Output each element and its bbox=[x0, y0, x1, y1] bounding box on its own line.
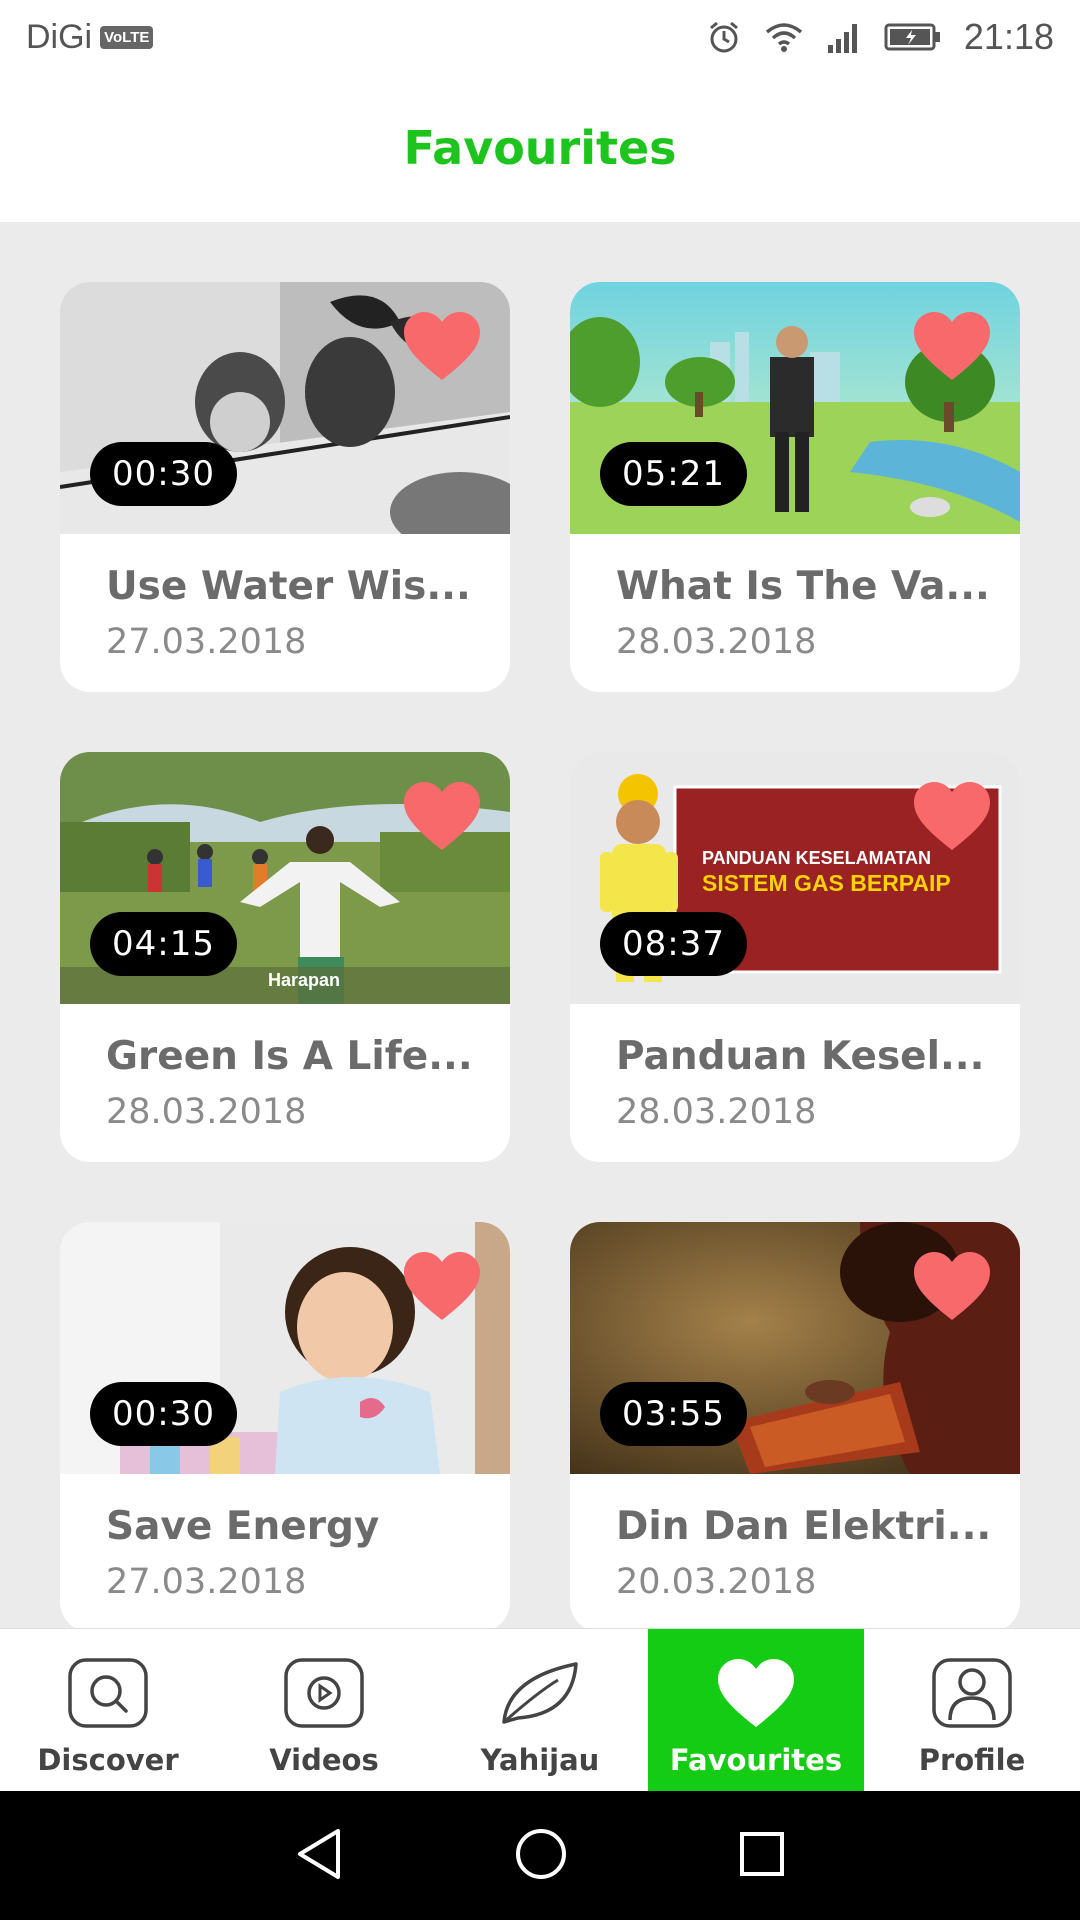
nav-label: Favourites bbox=[669, 1743, 843, 1777]
app-header: Favourites bbox=[0, 74, 1080, 222]
video-duration: 04:15 bbox=[90, 912, 237, 976]
video-title: Save Energy bbox=[106, 1504, 380, 1549]
video-card[interactable]: 00:30 Use Water Wis... 27.03.2018 bbox=[60, 282, 510, 692]
bottom-nav: Discover Videos Yahijau Favourites Profi… bbox=[0, 1628, 1080, 1792]
page-title: Favourites bbox=[403, 121, 677, 175]
search-icon bbox=[66, 1655, 150, 1731]
recents-icon[interactable] bbox=[738, 1830, 786, 1882]
status-right: 21:18 bbox=[706, 16, 1054, 58]
back-icon[interactable] bbox=[294, 1827, 344, 1885]
alarm-icon bbox=[706, 19, 742, 55]
video-card[interactable]: 04:15 Harapan Green Is A Life... 28.03.2… bbox=[60, 752, 510, 1162]
video-duration: 00:30 bbox=[90, 442, 237, 506]
video-duration: 08:37 bbox=[600, 912, 747, 976]
nav-item-profile[interactable]: Profile bbox=[864, 1629, 1080, 1792]
video-date: 28.03.2018 bbox=[616, 1092, 817, 1132]
favourite-heart-icon[interactable] bbox=[402, 310, 482, 382]
clock: 21:18 bbox=[963, 16, 1054, 57]
video-date: 28.03.2018 bbox=[106, 1092, 307, 1132]
status-left: DiGi VoLTE bbox=[26, 17, 154, 57]
carrier-name: DiGi bbox=[26, 17, 93, 56]
nav-item-favourites[interactable]: Favourites bbox=[648, 1629, 864, 1792]
system-nav-bar bbox=[0, 1791, 1080, 1920]
battery-icon bbox=[884, 22, 942, 52]
leaf-icon bbox=[498, 1655, 582, 1731]
banner-line-1: PANDUAN KESELAMATAN bbox=[702, 848, 931, 868]
favourites-grid: 00:30 Use Water Wis... 27.03.2018 05:21 bbox=[0, 222, 1080, 1628]
thumbnail-caption: Harapan bbox=[268, 970, 341, 990]
video-title: Use Water Wis... bbox=[106, 564, 471, 609]
nav-label: Videos bbox=[269, 1743, 379, 1777]
favourite-heart-icon[interactable] bbox=[912, 1250, 992, 1322]
video-title: Din Dan Elektri... bbox=[616, 1504, 992, 1549]
banner-line-2: SISTEM GAS BERPAIP bbox=[702, 870, 951, 896]
video-title: Green Is A Life... bbox=[106, 1034, 473, 1079]
video-date: 27.03.2018 bbox=[106, 1562, 307, 1602]
video-title: What Is The Va... bbox=[616, 564, 990, 609]
nav-label: Yahijau bbox=[480, 1743, 600, 1777]
nav-item-yahijau[interactable]: Yahijau bbox=[432, 1629, 648, 1792]
nav-label: Profile bbox=[918, 1743, 1026, 1777]
nav-item-videos[interactable]: Videos bbox=[216, 1629, 432, 1792]
video-title: Panduan Kesel... bbox=[616, 1034, 985, 1079]
video-card[interactable]: 00:30 Save Energy 27.03.2018 bbox=[60, 1222, 510, 1628]
video-card[interactable]: PANDUAN KESELAMATAN SISTEM GAS BERPAIP 0… bbox=[570, 752, 1020, 1162]
favourite-heart-icon[interactable] bbox=[402, 1250, 482, 1322]
volte-badge: VoLTE bbox=[100, 25, 154, 49]
video-date: 20.03.2018 bbox=[616, 1562, 817, 1602]
video-duration: 05:21 bbox=[600, 442, 747, 506]
wifi-icon bbox=[764, 20, 804, 54]
favourite-heart-icon[interactable] bbox=[402, 780, 482, 852]
home-icon[interactable] bbox=[514, 1827, 568, 1885]
play-icon bbox=[282, 1655, 366, 1731]
video-date: 28.03.2018 bbox=[616, 622, 817, 662]
video-card[interactable]: 03:55 Din Dan Elektri... 20.03.2018 bbox=[570, 1222, 1020, 1628]
nav-label: Discover bbox=[37, 1743, 179, 1777]
favourite-heart-icon[interactable] bbox=[912, 310, 992, 382]
video-duration: 03:55 bbox=[600, 1382, 747, 1446]
user-icon bbox=[930, 1655, 1014, 1731]
heart-icon bbox=[714, 1655, 798, 1731]
video-date: 27.03.2018 bbox=[106, 622, 307, 662]
signal-icon bbox=[826, 21, 862, 53]
favourite-heart-icon[interactable] bbox=[912, 780, 992, 852]
video-duration: 00:30 bbox=[90, 1382, 237, 1446]
video-card[interactable]: 05:21 What Is The Va... 28.03.2018 bbox=[570, 282, 1020, 692]
status-bar: DiGi VoLTE 21:18 bbox=[0, 0, 1080, 74]
nav-item-discover[interactable]: Discover bbox=[0, 1629, 216, 1792]
